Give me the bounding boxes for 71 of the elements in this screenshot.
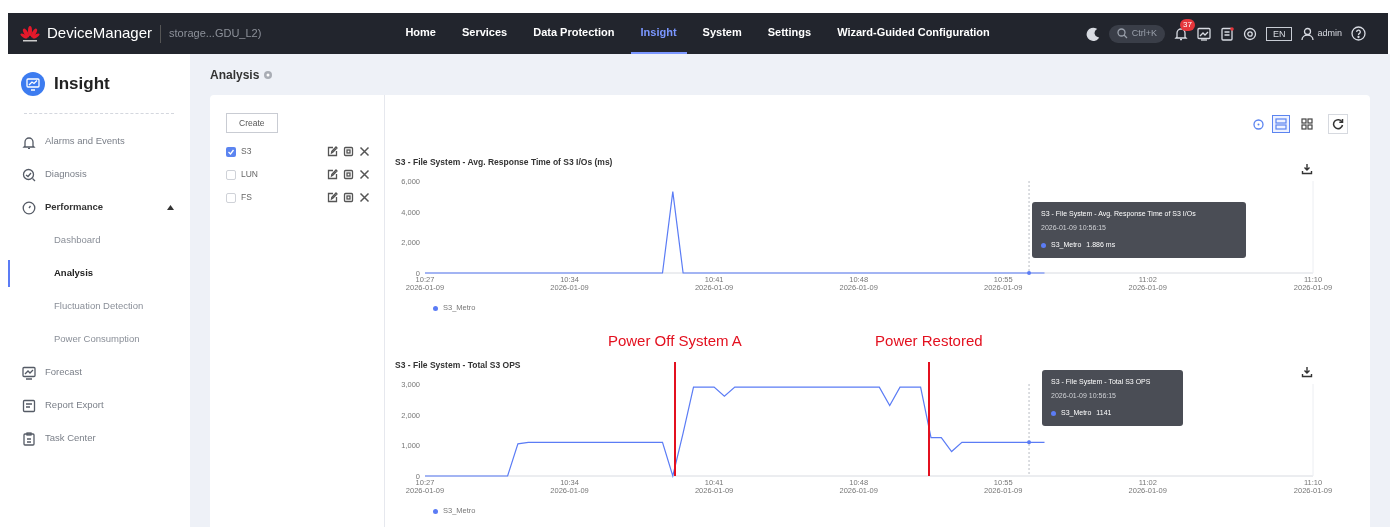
sidebar-subitem[interactable]: Fluctuation Detection — [8, 290, 190, 323]
checkbox[interactable] — [226, 192, 236, 203]
close-icon — [359, 146, 370, 157]
nav-tab[interactable]: Wizard-Guided Configuration — [827, 13, 1000, 54]
sidebar-item[interactable]: Alarms and Events — [8, 125, 190, 158]
document-icon — [1219, 26, 1234, 41]
refresh-button[interactable] — [1328, 114, 1348, 134]
sidebar-item[interactable]: Report Export — [8, 389, 190, 422]
notification-badge: 37 — [1179, 19, 1195, 31]
close-icon — [359, 169, 370, 180]
settings-icon — [1242, 26, 1257, 41]
brand-name: DeviceManager — [47, 23, 153, 44]
report-icon — [22, 398, 36, 413]
download-icon — [1301, 163, 1313, 175]
create-button[interactable]: Create — [226, 113, 278, 133]
grid-view-button[interactable] — [1298, 115, 1316, 133]
grid-icon — [1300, 117, 1314, 131]
copy-icon — [343, 169, 354, 180]
bell-icon — [22, 134, 36, 149]
list-icon — [1274, 117, 1288, 131]
nav-tab[interactable]: Data Protection — [523, 13, 625, 54]
edit-icon — [327, 192, 338, 203]
sidebar-subitem[interactable]: Dashboard — [8, 224, 190, 257]
edit-icon — [327, 146, 338, 157]
diagnosis-icon — [22, 167, 36, 182]
info-icon — [264, 70, 273, 79]
search-icon — [1116, 28, 1128, 39]
refresh-icon — [1332, 118, 1344, 130]
checkbox[interactable] — [226, 146, 236, 157]
download-icon — [1301, 366, 1313, 378]
monitor-icon — [22, 365, 36, 380]
annotation-label: Power Restored — [875, 331, 983, 351]
cursor-point — [1027, 271, 1032, 275]
item-label: S3 — [241, 145, 252, 158]
user-name[interactable]: admin — [1317, 26, 1342, 41]
sidebar-title: Insight — [54, 72, 110, 95]
copy-icon — [343, 146, 354, 157]
sidebar-item[interactable]: Task Center — [8, 422, 190, 455]
nav-tab[interactable]: System — [692, 13, 752, 54]
sidebar-item[interactable]: Forecast — [8, 356, 190, 389]
cursor-point — [1027, 440, 1032, 445]
device-name: storage...GDU_L2) — [169, 26, 262, 42]
chart-icon — [1196, 26, 1211, 41]
user-icon — [1301, 26, 1315, 41]
list-view-button[interactable] — [1272, 115, 1290, 133]
help-icon — [1351, 26, 1366, 41]
sidebar-subitem[interactable]: Power Consumption — [8, 323, 190, 356]
monitor-icon — [21, 71, 45, 96]
copy-icon — [343, 192, 354, 203]
flower-logo-icon — [20, 24, 40, 43]
nav-tab[interactable]: Home — [395, 13, 446, 54]
nav-tab[interactable]: Settings — [757, 13, 822, 54]
sidebar-subitem[interactable]: Analysis — [8, 257, 190, 290]
edit-icon — [327, 169, 338, 180]
language-button[interactable]: EN — [1265, 26, 1293, 41]
item-label: LUN — [241, 168, 258, 181]
nav-tab[interactable]: Services — [451, 13, 518, 54]
sidebar-item[interactable]: Performance — [8, 191, 190, 224]
moon-icon — [1085, 26, 1100, 41]
search-field[interactable]: Ctrl+K — [1108, 24, 1165, 43]
page-title: Analysis — [210, 66, 260, 84]
checkbox[interactable] — [226, 169, 236, 180]
bell-icon[interactable] — [1173, 26, 1188, 41]
close-icon — [359, 192, 370, 203]
annotation-label: Power Off System A — [607, 331, 742, 351]
gauge-icon — [22, 200, 36, 215]
clipboard-icon — [22, 431, 36, 446]
item-label: FS — [241, 191, 252, 204]
chart-title: S3 - File System - Avg. Response Time of S3 I/Os (ms) — [395, 156, 614, 169]
chart-title: S3 - File System - Total S3 OPS — [395, 359, 522, 372]
sidebar-item[interactable]: Diagnosis — [8, 158, 190, 191]
